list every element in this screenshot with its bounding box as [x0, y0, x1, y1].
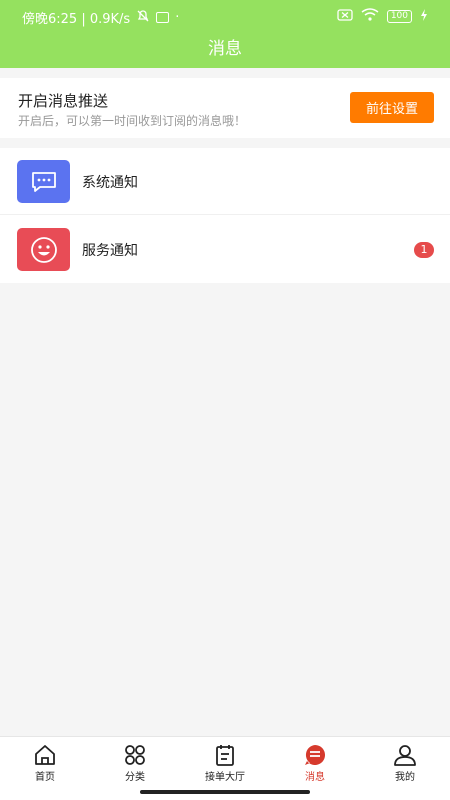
- battery-indicator: 100: [386, 10, 412, 23]
- smile-icon: [17, 228, 70, 271]
- status-time: 傍晚6:25 | 0.9K/s: [22, 12, 131, 27]
- unread-badge: 1: [414, 242, 434, 258]
- tab-label: 分类: [125, 772, 145, 783]
- go-to-settings-button[interactable]: 前往设置: [350, 92, 434, 123]
- status-right: 100: [337, 8, 428, 25]
- wifi-icon: [361, 8, 379, 25]
- tab-label: 首页: [35, 772, 55, 783]
- message-icon: [305, 745, 325, 765]
- tab-label: 消息: [305, 772, 325, 783]
- status-bar: 傍晚6:25 | 0.9K/s · 100: [0, 0, 450, 32]
- notice-subtitle: 开启后，可以第一时间收到订阅的消息哦！: [18, 114, 247, 128]
- list-item-service-notice[interactable]: 服务通知 1: [0, 216, 450, 283]
- grid-icon: [125, 745, 145, 765]
- tab-home[interactable]: 首页: [0, 737, 90, 800]
- message-list: 系统通知 服务通知 1: [0, 148, 450, 283]
- user-icon: [394, 745, 416, 766]
- home-indicator: [140, 790, 310, 794]
- sim-icon: [337, 8, 353, 25]
- tab-label: 我的: [395, 772, 415, 783]
- list-item-system-notice[interactable]: 系统通知: [0, 148, 450, 215]
- tab-label: 接单大厅: [205, 772, 245, 783]
- status-left: 傍晚6:25 | 0.9K/s ·: [22, 8, 179, 27]
- header-bar: 傍晚6:25 | 0.9K/s · 100 消息: [0, 0, 450, 68]
- app-notification-icon: [156, 12, 170, 23]
- page-title: 消息: [208, 39, 242, 59]
- muted-notification-icon: [136, 9, 150, 27]
- clipboard-icon: [216, 745, 234, 766]
- tab-profile[interactable]: 我的: [360, 737, 450, 800]
- dot-icon: ·: [175, 10, 180, 25]
- charging-icon: [420, 8, 428, 25]
- home-icon: [35, 745, 55, 765]
- chat-bubble-icon: [17, 160, 70, 203]
- list-item-label: 系统通知: [82, 175, 138, 191]
- list-item-label: 服务通知: [82, 243, 138, 259]
- push-notice-banner: 开启消息推送 开启后，可以第一时间收到订阅的消息哦！ 前往设置: [0, 78, 450, 138]
- notice-title: 开启消息推送: [18, 92, 109, 110]
